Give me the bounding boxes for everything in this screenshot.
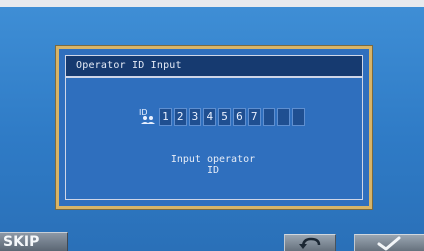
top-bezel	[0, 0, 424, 7]
dialog-titlebar: Operator ID Input	[65, 55, 363, 77]
input-prompt: Input operator ID	[170, 154, 256, 176]
dialog-title: Operator ID Input	[76, 60, 182, 71]
operator-id-screen: Operator ID Input ID 1234567 Input opera…	[0, 0, 424, 251]
confirm-button[interactable]	[354, 234, 424, 251]
operator-id-digit-cell	[292, 108, 305, 126]
check-icon	[377, 236, 401, 251]
operator-id-digit-cell	[277, 108, 291, 126]
operator-id-digit-cell	[262, 108, 276, 126]
operator-id-digit-cell: 2	[173, 108, 187, 126]
dialog-content-frame	[65, 77, 363, 200]
return-arrow-icon	[299, 237, 321, 249]
operator-id-digit-cell: 5	[218, 108, 231, 126]
operator-id-input[interactable]: 1234567	[159, 108, 305, 126]
svg-text:ID: ID	[139, 108, 148, 117]
operator-id-digit-cell: 7	[247, 108, 261, 126]
back-button[interactable]	[284, 234, 336, 251]
skip-button[interactable]: SKIP	[0, 232, 68, 251]
operator-id-digit-cell: 3	[188, 108, 202, 126]
operator-id-dialog: Operator ID Input ID 1234567 Input opera…	[55, 45, 373, 210]
operator-id-digit-cell: 4	[203, 108, 217, 126]
operator-id-digit-cell: 6	[232, 108, 246, 126]
operator-id-digit-cell: 1	[159, 108, 172, 126]
